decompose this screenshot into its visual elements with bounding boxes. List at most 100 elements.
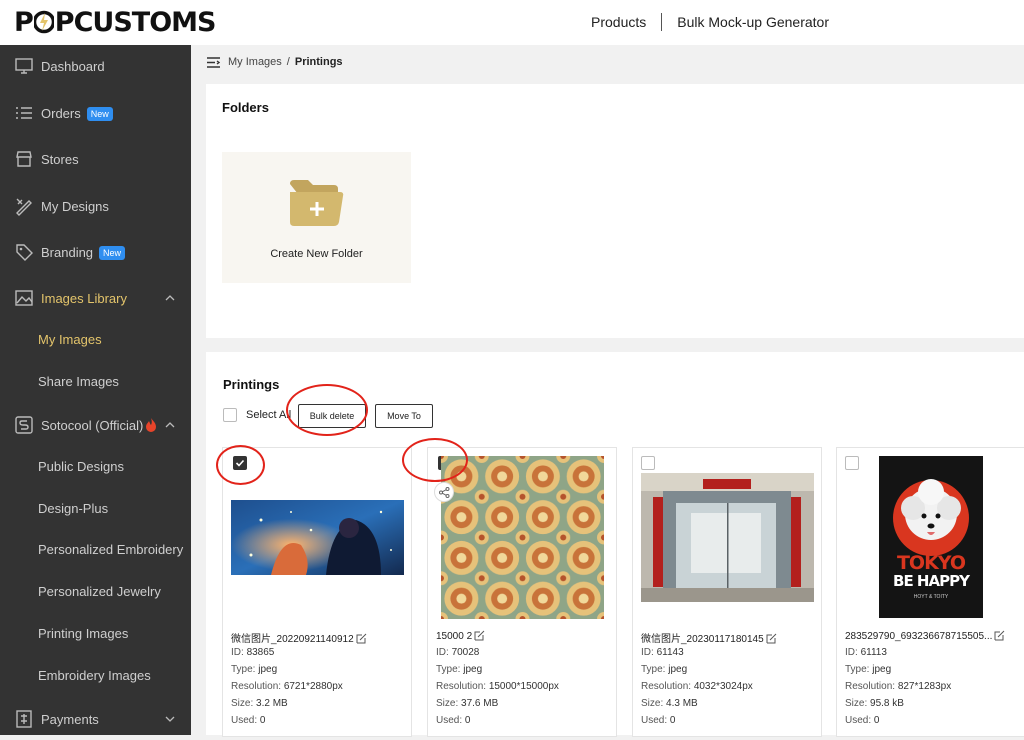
tag-icon (16, 244, 33, 261)
edit-icon[interactable] (356, 633, 367, 644)
bulk-mockup-link[interactable]: Bulk Mock-up Generator (677, 14, 829, 30)
sidebar: Dashboard Orders New Stores My Designs Br… (0, 45, 191, 735)
sidebar-item-stores[interactable]: Stores (0, 138, 191, 180)
id-label: ID: (845, 647, 858, 658)
menu-collapse-icon[interactable] (207, 56, 220, 68)
sidebar-item-printing-images[interactable]: Printing Images (0, 612, 191, 654)
used-label: Used: (845, 715, 872, 726)
sotocool-logo-icon (15, 416, 33, 434)
edit-icon[interactable] (994, 630, 1005, 641)
image-name: 微信图片_20230117180145 (641, 634, 764, 645)
list-icon (16, 107, 32, 119)
sidebar-item-share-images[interactable]: Share Images (0, 360, 191, 402)
image-id: 70028 (451, 647, 480, 658)
image-type: jpeg (872, 664, 892, 675)
sidebar-item-label: Public Designs (38, 458, 124, 474)
resolution-label: Resolution: (436, 681, 487, 692)
chevron-up-icon[interactable] (165, 420, 175, 430)
sidebar-item-branding[interactable]: Branding New (0, 231, 191, 273)
image-thumbnail[interactable]: TOKYO BE HAPPY HOYT & TOITY (879, 456, 983, 618)
breadcrumb-root[interactable]: My Images (228, 56, 282, 68)
sidebar-item-sotocool[interactable]: Sotocool (Official) (0, 404, 191, 446)
sidebar-item-label: Design-Plus (38, 500, 109, 516)
image-icon (15, 290, 33, 306)
resolution-label: Resolution: (641, 681, 692, 692)
sidebar-item-my-designs[interactable]: My Designs (0, 185, 191, 227)
store-icon (16, 151, 32, 167)
image-thumbnail[interactable] (441, 456, 604, 619)
image-used: 0 (669, 715, 676, 726)
sidebar-item-label: Dashboard (41, 58, 105, 74)
image-checkbox[interactable] (233, 456, 247, 470)
sidebar-item-design-plus[interactable]: Design-Plus (0, 487, 191, 529)
image-card[interactable]: 微信图片_20220921140912 ID: 83865 Type: jpeg… (222, 447, 412, 737)
image-resolution: 15000*15000px (488, 681, 559, 692)
image-card[interactable]: TOKYO BE HAPPY HOYT & TOITY 283529790_69… (836, 447, 1024, 737)
edit-icon[interactable] (766, 633, 777, 644)
sidebar-item-label: Personalized Embroidery (38, 541, 184, 557)
chevron-up-icon[interactable] (165, 293, 175, 303)
image-id: 61143 (656, 647, 684, 658)
image-used: 0 (464, 715, 471, 726)
move-to-button[interactable]: Move To (375, 404, 433, 428)
sidebar-item-label: Personalized Jewelry (38, 583, 161, 599)
image-checkbox[interactable] (641, 456, 655, 470)
resolution-label: Resolution: (231, 681, 282, 692)
tile-pattern-image (441, 456, 604, 619)
sidebar-item-embroidery-images[interactable]: Embroidery Images (0, 654, 191, 696)
design-tools-icon (16, 198, 32, 216)
image-checkbox[interactable] (845, 456, 859, 470)
create-folder-label: Create New Folder (270, 248, 363, 260)
sidebar-item-public-designs[interactable]: Public Designs (0, 445, 191, 487)
sidebar-item-label: My Designs (41, 198, 109, 214)
sidebar-item-personalized-jewelry[interactable]: Personalized Jewelry (0, 570, 191, 612)
check-icon (235, 459, 245, 467)
products-link[interactable]: Products (591, 14, 646, 30)
select-all-checkbox[interactable] (223, 408, 237, 422)
id-label: ID: (231, 647, 244, 658)
size-label: Size: (641, 698, 664, 709)
used-label: Used: (436, 715, 463, 726)
image-name: 283529790_693236678715505... (845, 631, 993, 642)
image-id: 83865 (246, 647, 275, 658)
create-folder-card[interactable]: Create New Folder (222, 152, 411, 283)
image-size: 37.6 MB (461, 698, 499, 709)
select-all-label[interactable]: Select All (246, 409, 291, 421)
image-card[interactable]: 15000 2 ID: 70028 Type: jpeg Resolution:… (427, 447, 617, 737)
share-button[interactable] (434, 482, 454, 502)
sidebar-item-label: Share Images (38, 373, 119, 389)
top-bar: P PCUSTOMS Products Bulk Mock-up Generat… (0, 0, 1024, 45)
new-badge: New (99, 245, 126, 260)
folders-title: Folders (222, 100, 269, 115)
sidebar-item-dashboard[interactable]: Dashboard (0, 45, 191, 87)
chevron-down-icon[interactable] (165, 714, 175, 724)
id-label: ID: (436, 647, 449, 658)
bolt-icon (33, 10, 54, 34)
image-thumbnail[interactable] (641, 473, 814, 602)
image-type: jpeg (668, 664, 688, 675)
resolution-label: Resolution: (845, 681, 896, 692)
type-label: Type: (845, 664, 870, 675)
folder-add-icon (290, 180, 344, 226)
type-label: Type: (641, 664, 666, 675)
sidebar-item-orders[interactable]: Orders New (0, 92, 191, 134)
image-type: jpeg (258, 664, 278, 675)
sidebar-item-my-images[interactable]: My Images (0, 318, 191, 360)
sidebar-item-payments[interactable]: Payments (0, 698, 191, 740)
image-thumbnail[interactable] (231, 500, 404, 575)
image-card[interactable]: 微信图片_20230117180145 ID: 61143 Type: jpeg… (632, 447, 822, 737)
printings-title: Printings (223, 377, 280, 392)
sidebar-item-label: Branding (41, 244, 94, 260)
sidebar-item-label: Stores (41, 151, 79, 167)
sidebar-item-images-library[interactable]: Images Library (0, 277, 191, 319)
image-id: 61113 (860, 647, 887, 658)
sidebar-item-label: My Images (38, 331, 102, 347)
type-label: Type: (436, 664, 461, 675)
type-label: Type: (231, 664, 256, 675)
bulk-delete-button[interactable]: Bulk delete (298, 404, 366, 428)
used-label: Used: (641, 715, 668, 726)
sidebar-item-personalized-embroidery[interactable]: Personalized Embroidery (0, 528, 191, 570)
edit-icon[interactable] (474, 630, 485, 641)
brand-logo[interactable]: P PCUSTOMS (14, 6, 216, 38)
size-label: Size: (436, 698, 459, 709)
